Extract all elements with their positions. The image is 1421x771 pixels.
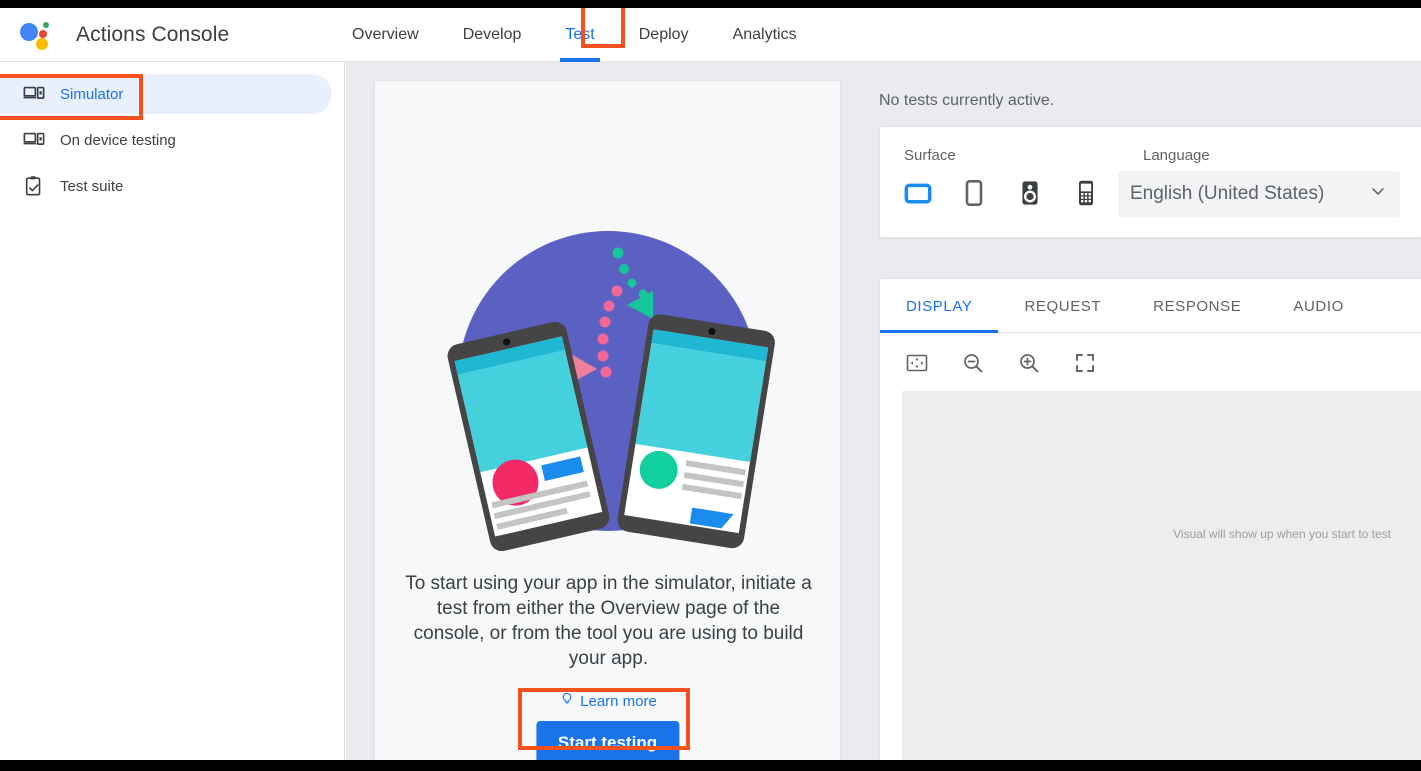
actions-console-app: Actions Console Overview Develop Test De…: [0, 8, 1421, 760]
language-value: English (United States): [1130, 183, 1325, 204]
tab-audio[interactable]: AUDIO: [1267, 279, 1370, 333]
sidebar-item-label: On device testing: [60, 131, 176, 149]
left-sidebar: Simulator On device testing Test suite: [0, 62, 345, 760]
chevron-down-icon: [1368, 181, 1388, 207]
phone-surface-icon[interactable]: [956, 175, 992, 211]
visual-preview-area[interactable]: Visual will show up when you start to te…: [902, 391, 1421, 760]
nav-item-develop[interactable]: Develop: [441, 8, 544, 62]
language-label: Language: [1143, 147, 1210, 164]
google-assistant-logo-icon: [18, 18, 54, 52]
device-simulator-icon: [22, 128, 46, 152]
page-body: Simulator On device testing Test suite T…: [0, 62, 1421, 760]
fullscreen-icon[interactable]: [1068, 346, 1102, 380]
tab-request[interactable]: REQUEST: [998, 279, 1127, 333]
tab-display[interactable]: DISPLAY: [880, 279, 999, 333]
sidebar-item-label: Simulator: [60, 85, 124, 103]
tab-response[interactable]: RESPONSE: [1127, 279, 1267, 333]
display-surface-icon[interactable]: [900, 175, 936, 211]
device-simulator-icon: [22, 82, 46, 106]
nav-item-test[interactable]: Test: [543, 8, 616, 62]
display-toolbar: [880, 334, 1102, 391]
simulator-empty-message: To start using your app in the simulator…: [405, 573, 812, 669]
content-area: To start using your app in the simulator…: [346, 62, 1421, 760]
speaker-surface-icon[interactable]: [1012, 175, 1048, 211]
surface-options: [900, 175, 1104, 211]
nav-item-deploy[interactable]: Deploy: [617, 8, 711, 62]
app-title: Actions Console: [76, 23, 230, 46]
no-tests-status: No tests currently active.: [879, 92, 1055, 109]
sidebar-item-test-suite[interactable]: Test suite: [0, 166, 332, 206]
visual-placeholder-text: Visual will show up when you start to te…: [1173, 527, 1391, 541]
lightbulb-icon: [560, 691, 574, 711]
sidebar-item-label: Test suite: [60, 177, 124, 195]
start-testing-button[interactable]: Start testing: [535, 721, 680, 760]
zoom-in-icon[interactable]: [1012, 346, 1046, 380]
brand: Actions Console: [18, 18, 229, 52]
fit-to-screen-icon[interactable]: [900, 346, 934, 380]
output-panel-card: DISPLAY REQUEST RESPONSE AUDIO Visual wi…: [879, 278, 1421, 760]
learn-more-label: Learn more: [580, 692, 657, 710]
main-nav: Overview Develop Test Deploy Analytics: [330, 8, 819, 62]
sidebar-item-simulator[interactable]: Simulator: [0, 74, 332, 114]
sidebar-item-on-device-testing[interactable]: On device testing: [0, 120, 332, 160]
nav-item-analytics[interactable]: Analytics: [711, 8, 819, 62]
language-select[interactable]: English (United States): [1118, 171, 1400, 217]
clipboard-check-icon: [22, 174, 46, 198]
two-phones-sync-illustration: [375, 221, 842, 552]
top-navigation-bar: Actions Console Overview Develop Test De…: [0, 8, 1421, 62]
nav-item-overview[interactable]: Overview: [330, 8, 441, 62]
zoom-out-icon[interactable]: [956, 346, 990, 380]
right-column: No tests currently active. Surface Langu…: [851, 62, 1421, 760]
output-panel-tabs: DISPLAY REQUEST RESPONSE AUDIO: [880, 279, 1421, 333]
surface-label: Surface: [904, 147, 956, 164]
bottom-black-bar: [0, 760, 1421, 771]
keypad-phone-surface-icon[interactable]: [1068, 175, 1104, 211]
learn-more-link[interactable]: Learn more: [375, 691, 842, 711]
top-black-bar: [0, 0, 1421, 8]
simulator-card: To start using your app in the simulator…: [374, 80, 841, 760]
surface-language-card: Surface Language English (United States): [879, 126, 1421, 238]
